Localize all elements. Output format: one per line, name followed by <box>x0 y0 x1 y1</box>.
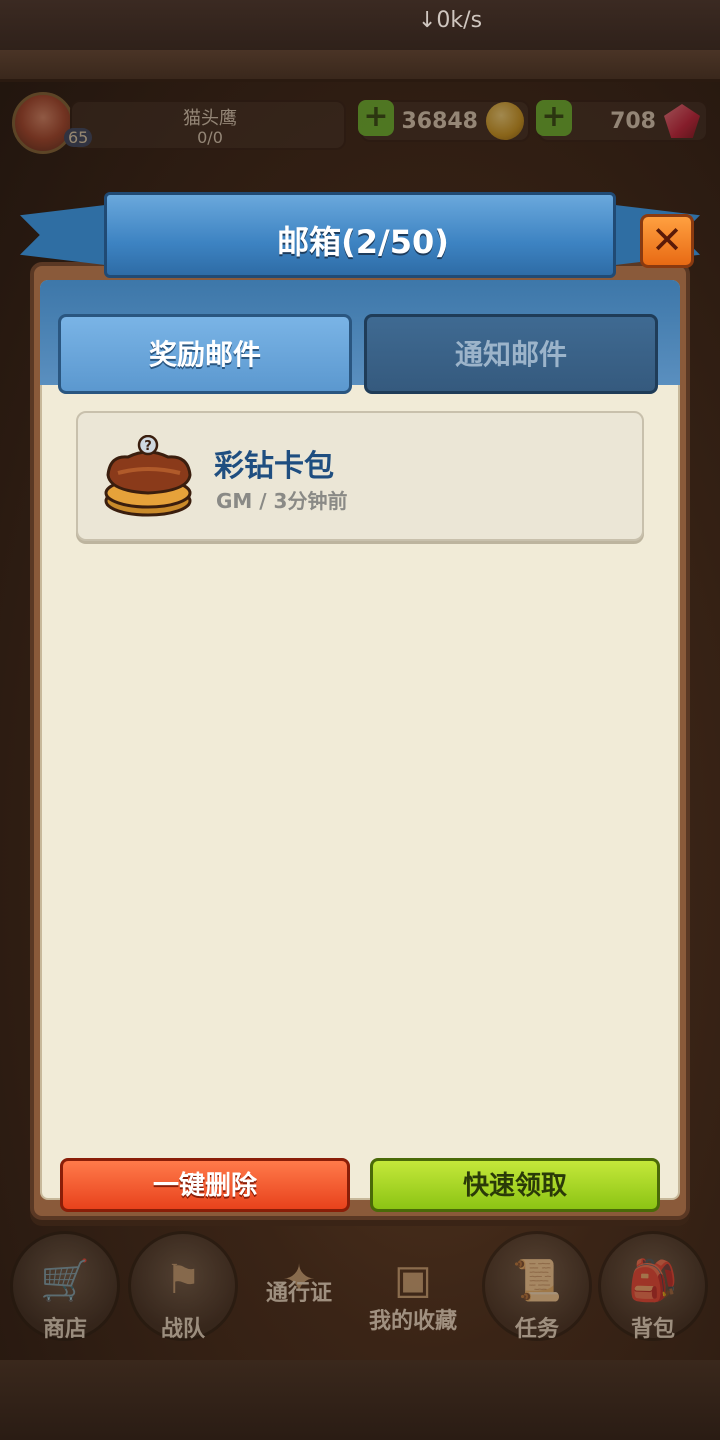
gem-amount: 708 <box>610 109 656 134</box>
team-banner-icon: ⚑ <box>165 1257 201 1303</box>
tab-notice-mail[interactable]: 通知邮件 <box>364 314 658 394</box>
close-button[interactable]: ✕ <box>640 214 694 268</box>
nav-label: 背包 <box>630 1317 675 1342</box>
bottom-nav: 🛒 商店 ⚑ 战队 ✦ 通行证 ▣ 我的收藏 📜 任务 🎒 背包 <box>0 1215 720 1360</box>
player-exp: 0/0 <box>197 128 223 147</box>
shop-icon: 🛒 <box>40 1258 90 1304</box>
nav-backpack[interactable]: 🎒 背包 <box>598 1215 708 1355</box>
nav-pass[interactable]: ✦ 通行证 <box>244 1215 354 1355</box>
gem-icon <box>664 104 700 138</box>
status-bar: ↓0k/s <box>0 0 720 50</box>
mail-sender-time: GM / 3分钟前 <box>216 489 348 513</box>
title-ribbon: 邮箱(2/50) <box>20 188 700 284</box>
nav-shop[interactable]: 🛒 商店 <box>10 1215 120 1355</box>
backpack-icon: 🎒 <box>628 1258 678 1304</box>
add-coins-button[interactable]: + <box>358 100 394 136</box>
collection-book-icon: ▣ <box>394 1257 432 1303</box>
add-gems-button[interactable]: + <box>536 100 572 136</box>
player-level: 65 <box>64 128 93 147</box>
top-wood-strip <box>0 50 720 82</box>
player-name: 猫头鹰 <box>183 108 237 129</box>
top-hud: 猫头鹰 0/0 65 + 36848 + 708 <box>0 86 720 166</box>
mail-list-item[interactable]: ? 彩钻卡包 GM / 3分钟前 <box>76 411 644 541</box>
tab-reward-mail[interactable]: 奖励邮件 <box>58 314 352 394</box>
network-speed: ↓0k/s <box>418 8 483 33</box>
svg-text:?: ? <box>144 439 152 454</box>
dialog-title: 邮箱(2/50) <box>277 223 449 261</box>
gem-counter: + 708 <box>536 100 708 142</box>
nav-label: 商店 <box>42 1317 87 1342</box>
nav-quest[interactable]: 📜 任务 <box>482 1215 592 1355</box>
quest-scroll-icon: 📜 <box>512 1258 562 1304</box>
coin-icon <box>486 102 524 140</box>
player-info: 猫头鹰 0/0 <box>70 100 346 150</box>
card-pack-icon: ? <box>104 435 192 517</box>
mail-title: 彩钻卡包 <box>214 449 334 484</box>
coin-amount: 36848 <box>401 109 478 134</box>
coin-counter: + 36848 <box>358 100 530 142</box>
nav-label: 任务 <box>514 1317 559 1342</box>
avatar[interactable] <box>12 92 74 154</box>
delete-all-button[interactable]: 一键删除 <box>60 1158 350 1212</box>
nav-label: 通行证 <box>265 1281 332 1306</box>
nav-label: 我的收藏 <box>368 1309 457 1334</box>
nav-label: 战队 <box>160 1317 205 1342</box>
nav-team[interactable]: ⚑ 战队 <box>128 1215 238 1355</box>
bottom-wood-strip <box>0 1360 720 1440</box>
quick-claim-button[interactable]: 快速领取 <box>370 1158 660 1212</box>
nav-collection[interactable]: ▣ 我的收藏 <box>358 1215 468 1355</box>
